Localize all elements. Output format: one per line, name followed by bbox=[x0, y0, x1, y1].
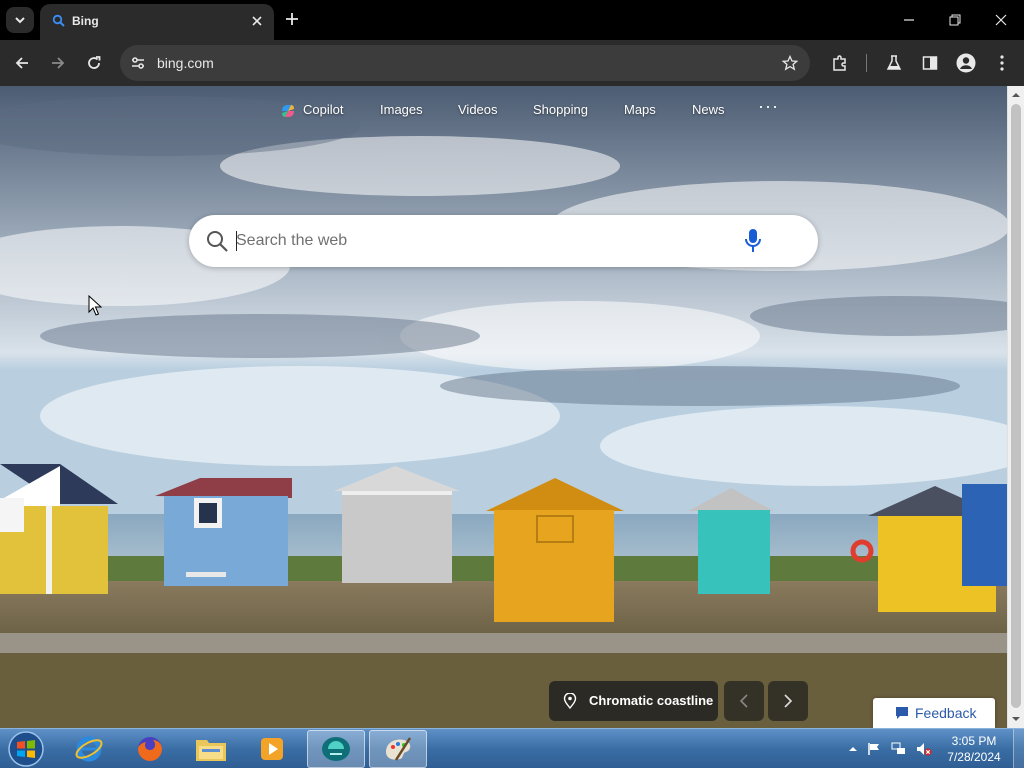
clock-date: 7/28/2024 bbox=[947, 750, 1001, 764]
toolbar-separator bbox=[866, 54, 867, 72]
microphone-icon[interactable] bbox=[743, 228, 763, 254]
reload-icon bbox=[88, 56, 101, 69]
show-hidden-icons-button[interactable] bbox=[845, 741, 861, 757]
url-text: bing.com bbox=[157, 55, 214, 71]
close-icon bbox=[995, 14, 1007, 26]
text-caret bbox=[236, 231, 237, 251]
puzzle-icon bbox=[833, 55, 846, 71]
taskbar-paint[interactable] bbox=[369, 730, 427, 768]
scrollbar-thumb[interactable] bbox=[1011, 104, 1021, 708]
extensions-button[interactable] bbox=[828, 51, 852, 75]
new-tab-button[interactable] bbox=[282, 9, 302, 29]
network-icon bbox=[891, 742, 905, 754]
nav-shopping[interactable]: Shopping bbox=[533, 102, 588, 117]
page-viewport: Copilot Images Videos Shopping Maps News… bbox=[0, 86, 1007, 728]
taskbar-bing[interactable] bbox=[307, 730, 365, 768]
browser-titlebar: Bing bbox=[0, 0, 1024, 40]
volume-muted-icon bbox=[917, 743, 932, 756]
tray-action-center[interactable] bbox=[866, 741, 882, 757]
system-clock[interactable]: 3:05 PM 7/28/2024 bbox=[946, 733, 1002, 765]
next-image-button[interactable] bbox=[768, 681, 808, 721]
background-image bbox=[0, 86, 1007, 728]
tray-network[interactable] bbox=[891, 741, 907, 757]
scroll-up-arrow-icon[interactable] bbox=[1011, 90, 1021, 100]
arrow-left-icon bbox=[15, 57, 28, 69]
tab-title: Bing bbox=[72, 14, 99, 28]
profile-button[interactable] bbox=[954, 51, 978, 75]
kebab-menu-icon bbox=[1000, 55, 1004, 71]
tray-arrow-up-icon bbox=[849, 747, 857, 751]
minimize-button[interactable] bbox=[889, 6, 929, 34]
search-input[interactable] bbox=[236, 227, 736, 255]
forward-button[interactable] bbox=[46, 51, 70, 75]
previous-image-button[interactable] bbox=[724, 681, 764, 721]
copilot-icon bbox=[282, 105, 294, 117]
minimize-icon bbox=[904, 19, 914, 21]
reload-button[interactable] bbox=[82, 51, 106, 75]
bing-search-icon bbox=[52, 14, 65, 27]
chevron-down-icon bbox=[15, 17, 25, 24]
taskbar-firefox[interactable] bbox=[121, 730, 179, 768]
taskbar-file-explorer[interactable] bbox=[182, 730, 240, 768]
feedback-label: Feedback bbox=[915, 705, 977, 721]
browser-tab[interactable]: Bing bbox=[40, 4, 274, 40]
labs-button[interactable] bbox=[882, 51, 906, 75]
taskbar-internet-explorer[interactable] bbox=[60, 730, 118, 768]
tray-volume[interactable] bbox=[916, 741, 932, 757]
windows-start-button[interactable] bbox=[6, 730, 46, 768]
feedback-icon bbox=[896, 707, 908, 719]
side-panel-button[interactable] bbox=[918, 51, 942, 75]
taskbar-media-player[interactable] bbox=[243, 730, 301, 768]
close-icon bbox=[252, 16, 262, 26]
bing-top-nav: Copilot Images Videos Shopping Maps News… bbox=[0, 96, 1007, 122]
back-button[interactable] bbox=[10, 51, 34, 75]
restore-button[interactable] bbox=[935, 6, 975, 34]
search-icon[interactable] bbox=[205, 229, 229, 253]
firefox-icon bbox=[138, 737, 162, 761]
nav-images[interactable]: Images bbox=[380, 102, 423, 117]
side-panel-icon bbox=[922, 56, 938, 70]
location-pin-icon bbox=[563, 693, 577, 709]
show-desktop-button[interactable] bbox=[1013, 729, 1024, 768]
arrow-right-icon bbox=[52, 57, 65, 69]
chevron-left-icon bbox=[739, 694, 748, 708]
star-icon bbox=[782, 55, 798, 71]
nav-copilot[interactable]: Copilot bbox=[303, 102, 343, 117]
nav-more-button[interactable]: ··· bbox=[758, 96, 779, 117]
flag-icon bbox=[868, 743, 879, 755]
tab-search-button[interactable] bbox=[6, 7, 34, 33]
paint-palette-icon bbox=[386, 737, 412, 761]
close-window-button[interactable] bbox=[981, 6, 1021, 34]
search-box bbox=[189, 215, 818, 267]
mouse-cursor-icon bbox=[88, 295, 102, 316]
browser-menu-button[interactable] bbox=[990, 51, 1014, 75]
image-info-button[interactable]: Chromatic coastline bbox=[549, 681, 718, 721]
plus-icon bbox=[286, 13, 298, 25]
folder-icon bbox=[196, 740, 226, 761]
chevron-right-icon bbox=[784, 694, 793, 708]
image-caption: Chromatic coastline bbox=[589, 693, 714, 708]
restore-icon bbox=[949, 14, 961, 26]
tab-close-button[interactable] bbox=[248, 12, 266, 30]
scroll-down-arrow-icon[interactable] bbox=[1011, 714, 1021, 724]
nav-videos[interactable]: Videos bbox=[458, 102, 498, 117]
bookmark-button[interactable] bbox=[780, 53, 800, 73]
feedback-button[interactable]: Feedback bbox=[873, 698, 995, 728]
flask-icon bbox=[886, 55, 902, 70]
internet-explorer-icon bbox=[75, 736, 103, 762]
address-bar[interactable]: bing.com bbox=[120, 45, 810, 81]
browser-toolbar: bing.com bbox=[0, 40, 1024, 86]
clock-time: 3:05 PM bbox=[951, 734, 997, 748]
beach-hut-blue bbox=[155, 478, 292, 586]
page-scrollbar[interactable] bbox=[1007, 86, 1024, 728]
windows-taskbar: 3:05 PM 7/28/2024 bbox=[0, 728, 1024, 768]
avatar-icon bbox=[956, 53, 976, 73]
nav-maps[interactable]: Maps bbox=[624, 102, 656, 117]
tune-icon bbox=[132, 57, 144, 69]
bing-app-icon bbox=[322, 737, 350, 761]
media-player-icon bbox=[261, 738, 283, 760]
site-info-button[interactable] bbox=[128, 53, 148, 73]
nav-news[interactable]: News bbox=[692, 102, 725, 117]
